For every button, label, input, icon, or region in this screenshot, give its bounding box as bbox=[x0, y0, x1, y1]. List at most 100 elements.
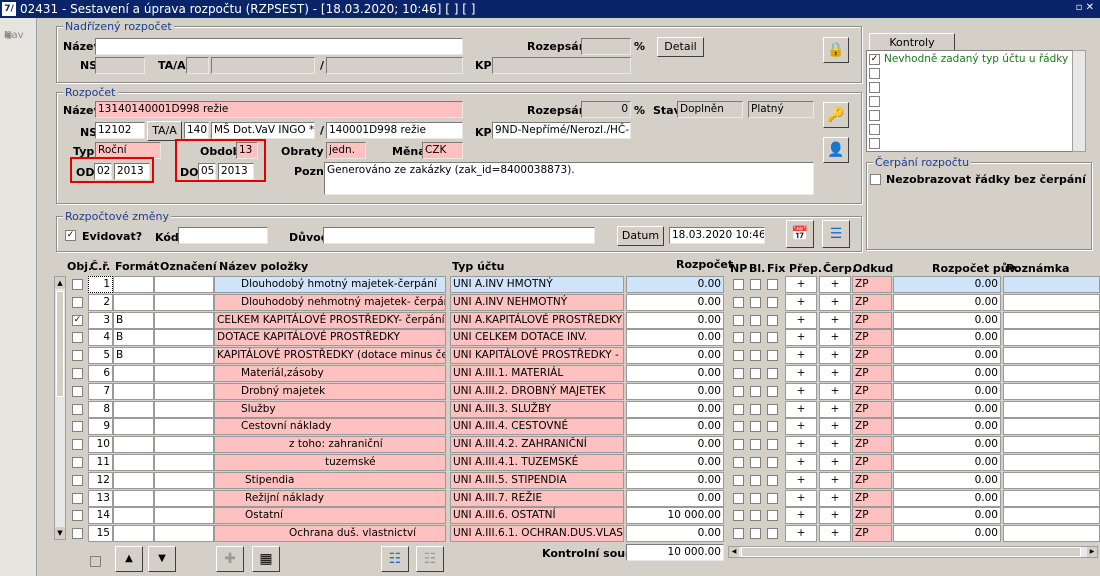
kontroly-item[interactable] bbox=[869, 123, 884, 136]
row-bl-checkbox[interactable] bbox=[750, 404, 761, 415]
row-typ-uctu[interactable]: UNI A.INV HMOTNÝ bbox=[450, 276, 624, 293]
row-fix-checkbox[interactable] bbox=[767, 475, 778, 486]
detail-button[interactable]: Detail bbox=[657, 37, 704, 57]
row-np-checkbox[interactable] bbox=[733, 528, 744, 539]
row-odkud[interactable]: ZP bbox=[852, 329, 892, 346]
row-odkud[interactable]: ZP bbox=[852, 401, 892, 418]
row-obj-checkbox[interactable] bbox=[72, 332, 83, 343]
row-prep[interactable]: + bbox=[785, 436, 817, 453]
row-cerp[interactable]: + bbox=[819, 276, 851, 293]
row-typ-uctu[interactable]: UNI A.III.6. OSTATNÍ bbox=[450, 507, 624, 524]
row-prep[interactable]: + bbox=[785, 525, 817, 542]
row-nazev[interactable]: Služby bbox=[214, 401, 446, 418]
row-rozpocet-puv[interactable]: 0.00 bbox=[893, 365, 1001, 382]
row-obj-checkbox[interactable] bbox=[72, 528, 83, 539]
key-button[interactable]: 🔑 bbox=[823, 102, 849, 128]
move-up-button[interactable]: ▲ bbox=[115, 546, 143, 572]
row-nazev[interactable]: Stipendia bbox=[214, 472, 446, 489]
row-oznaceni[interactable] bbox=[154, 507, 214, 524]
rows-scrollbar[interactable]: ▲ ▼ bbox=[54, 276, 66, 540]
row-nazev[interactable]: Drobný majetek bbox=[214, 383, 446, 400]
row-cr[interactable]: 6 bbox=[88, 365, 113, 382]
row-format[interactable] bbox=[113, 436, 154, 453]
row-poznamka[interactable] bbox=[1003, 436, 1100, 453]
row-bl-checkbox[interactable] bbox=[750, 315, 761, 326]
row-cr[interactable]: 10 bbox=[88, 436, 113, 453]
duvod-field[interactable] bbox=[323, 227, 595, 244]
pozn-field[interactable]: Generováno ze zakázky (zak_id=8400038873… bbox=[324, 162, 814, 195]
row-np-checkbox[interactable] bbox=[733, 439, 744, 450]
datum-button[interactable]: Datum bbox=[617, 226, 664, 246]
row-odkud[interactable]: ZP bbox=[852, 472, 892, 489]
row-cerp[interactable]: + bbox=[819, 490, 851, 507]
row-rozpocet[interactable]: 0.00 bbox=[626, 525, 724, 542]
row-cr[interactable]: 15 bbox=[88, 525, 113, 542]
kontroly-item[interactable] bbox=[869, 95, 884, 108]
row-typ-uctu[interactable]: UNI CELKEM DOTACE INV. bbox=[450, 329, 624, 346]
row-typ-uctu[interactable]: UNI A.III.4.2. ZAHRANIČNÍ bbox=[450, 436, 624, 453]
row-rozpocet[interactable]: 0.00 bbox=[626, 418, 724, 435]
row-poznamka[interactable] bbox=[1003, 507, 1100, 524]
nadrizeny-nazev-field[interactable] bbox=[95, 38, 463, 55]
row-rozpocet[interactable]: 0.00 bbox=[626, 276, 724, 293]
row-prep[interactable]: + bbox=[785, 454, 817, 471]
row-bl-checkbox[interactable] bbox=[750, 475, 761, 486]
row-fix-checkbox[interactable] bbox=[767, 315, 778, 326]
row-bl-checkbox[interactable] bbox=[750, 439, 761, 450]
row-nazev[interactable]: Dlouhodobý hmotný majetek-čerpání bbox=[214, 276, 446, 293]
row-cr[interactable]: 9 bbox=[88, 418, 113, 435]
row-nazev[interactable]: z toho: zahraniční bbox=[214, 436, 446, 453]
row-typ-uctu[interactable]: UNI A.III.6.1. OCHRAN.DUS.VLAST. bbox=[450, 525, 624, 542]
row-rozpocet[interactable]: 0.00 bbox=[626, 294, 724, 311]
row-cr[interactable]: 13 bbox=[88, 490, 113, 507]
row-format[interactable]: B bbox=[113, 329, 154, 346]
scroll-down-icon[interactable]: ▼ bbox=[55, 527, 65, 539]
row-oznaceni[interactable] bbox=[154, 294, 214, 311]
tree-expand-button[interactable]: ☷ bbox=[381, 546, 409, 572]
obraty-field[interactable]: jedn. bbox=[326, 142, 366, 159]
row-format[interactable] bbox=[113, 383, 154, 400]
row-odkud[interactable]: ZP bbox=[852, 294, 892, 311]
row-format[interactable] bbox=[113, 276, 154, 293]
scroll-up-icon[interactable]: ▲ bbox=[55, 277, 65, 289]
obdobi-field[interactable]: 13 bbox=[236, 142, 258, 159]
kontroly-item-checkbox[interactable] bbox=[869, 123, 880, 135]
kontroly-item-checkbox[interactable]: ✓ bbox=[869, 53, 880, 65]
row-fix-checkbox[interactable] bbox=[767, 332, 778, 343]
row-bl-checkbox[interactable] bbox=[750, 510, 761, 521]
row-np-checkbox[interactable] bbox=[733, 297, 744, 308]
row-nazev[interactable]: Cestovní náklady bbox=[214, 418, 446, 435]
row-odkud[interactable]: ZP bbox=[852, 312, 892, 329]
row-cerp[interactable]: + bbox=[819, 347, 851, 364]
row-fix-checkbox[interactable] bbox=[767, 421, 778, 432]
row-cerp[interactable]: + bbox=[819, 507, 851, 524]
row-poznamka[interactable] bbox=[1003, 365, 1100, 382]
row-fix-checkbox[interactable] bbox=[767, 510, 778, 521]
row-cr[interactable]: 3 bbox=[88, 312, 113, 329]
row-rozpocet-puv[interactable]: 0.00 bbox=[893, 418, 1001, 435]
row-typ-uctu[interactable]: UNI A.KAPITÁLOVÉ PROSTŘEDKY ČE bbox=[450, 312, 624, 329]
row-rozpocet[interactable]: 0.00 bbox=[626, 454, 724, 471]
row-obj-checkbox[interactable] bbox=[72, 421, 83, 432]
row-format[interactable] bbox=[113, 472, 154, 489]
row-format[interactable]: B bbox=[113, 347, 154, 364]
row-rozpocet[interactable]: 10 000.00 bbox=[626, 507, 724, 524]
row-nazev[interactable]: Materiál,zásoby bbox=[214, 365, 446, 382]
row-np-checkbox[interactable] bbox=[733, 350, 744, 361]
row-cr[interactable]: 1 bbox=[88, 276, 113, 293]
row-rozpocet-puv[interactable]: 0.00 bbox=[893, 472, 1001, 489]
row-cerp[interactable]: + bbox=[819, 525, 851, 542]
row-cr[interactable]: 12 bbox=[88, 472, 113, 489]
row-oznaceni[interactable] bbox=[154, 312, 214, 329]
row-np-checkbox[interactable] bbox=[733, 386, 744, 397]
row-odkud[interactable]: ZP bbox=[852, 347, 892, 364]
cerpani-checkbox[interactable] bbox=[870, 174, 881, 185]
row-np-checkbox[interactable] bbox=[733, 475, 744, 486]
row-rozpocet-puv[interactable]: 0.00 bbox=[893, 436, 1001, 453]
row-rozpocet[interactable]: 0.00 bbox=[626, 401, 724, 418]
row-cerp[interactable]: + bbox=[819, 294, 851, 311]
kontroly-item[interactable] bbox=[869, 137, 884, 150]
row-np-checkbox[interactable] bbox=[733, 404, 744, 415]
kontroly-item-checkbox[interactable] bbox=[869, 109, 880, 121]
row-oznaceni[interactable] bbox=[154, 401, 214, 418]
